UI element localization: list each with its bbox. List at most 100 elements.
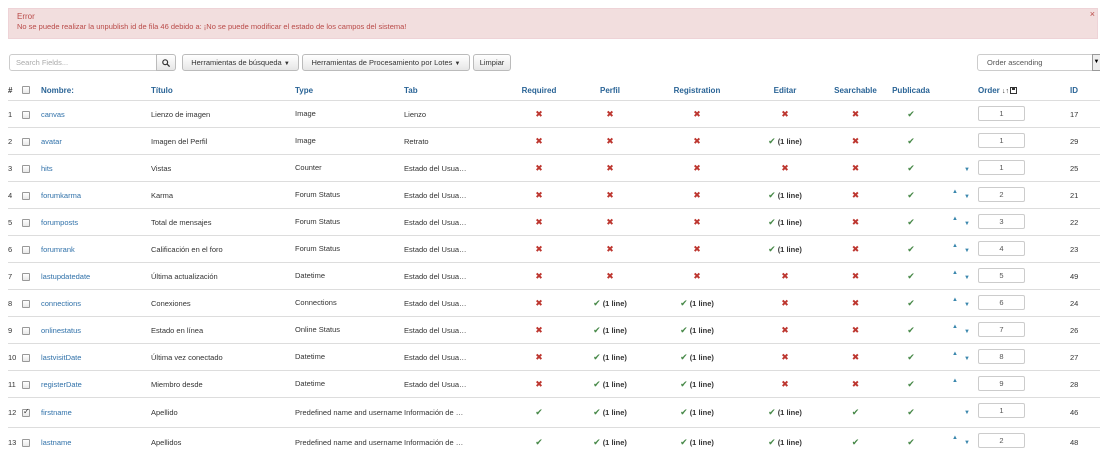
order-input[interactable]: 3 [978, 214, 1025, 229]
row-checkbox-cell[interactable] [22, 155, 41, 182]
row-checkbox-cell[interactable] [22, 101, 41, 128]
check-line-toggle[interactable]: ✔(1 line) [768, 218, 802, 227]
row-checkbox-cell[interactable] [22, 209, 41, 236]
row-checkbox[interactable] [22, 439, 30, 447]
col-required[interactable]: Required [503, 80, 575, 101]
cross-icon[interactable]: ✖ [693, 244, 701, 254]
move-up-icon[interactable]: ▲ [952, 324, 958, 330]
cross-icon[interactable]: ✖ [852, 325, 860, 335]
cross-icon[interactable]: ✖ [852, 244, 860, 254]
row-checkbox[interactable] [22, 327, 30, 335]
row-checkbox-cell[interactable] [22, 290, 41, 317]
col-edit[interactable]: Editar [749, 80, 821, 101]
row-checkbox[interactable] [22, 111, 30, 119]
cross-icon[interactable]: ✖ [693, 136, 701, 146]
move-down-icon[interactable]: ▼ [964, 356, 970, 362]
check-line-toggle[interactable]: ✔(1 line) [768, 137, 802, 146]
chevron-down-icon[interactable]: ▼ [1092, 54, 1100, 71]
check-line-toggle[interactable]: ✔(1 line) [593, 438, 627, 447]
order-input[interactable]: 8 [978, 349, 1025, 364]
check-line-toggle[interactable]: ✔(1 line) [768, 245, 802, 254]
check-line-toggle[interactable]: ✔(1 line) [768, 408, 802, 417]
search-input[interactable] [9, 54, 157, 71]
field-name-link[interactable]: connections [41, 290, 151, 317]
row-checkbox[interactable] [22, 381, 30, 389]
move-up-icon[interactable]: ▲ [952, 216, 958, 222]
order-input[interactable]: 1 [978, 106, 1025, 121]
cross-icon[interactable]: ✖ [606, 244, 614, 254]
row-checkbox-cell[interactable] [22, 182, 41, 209]
field-name-link[interactable]: canvas [41, 101, 151, 128]
cross-icon[interactable]: ✖ [693, 217, 701, 227]
search-button[interactable] [156, 54, 176, 71]
cross-icon[interactable]: ✖ [535, 271, 543, 281]
check-line-toggle[interactable]: ✔(1 line) [680, 408, 714, 417]
check-line-toggle[interactable]: ✔(1 line) [680, 438, 714, 447]
move-up-icon[interactable]: ▲ [952, 378, 958, 384]
check-icon[interactable]: ✔ [907, 109, 915, 119]
cross-icon[interactable]: ✖ [693, 190, 701, 200]
cross-icon[interactable]: ✖ [535, 109, 543, 119]
check-icon[interactable]: ✔ [907, 217, 915, 227]
move-down-icon[interactable]: ▼ [964, 275, 970, 281]
close-icon[interactable]: × [1090, 9, 1095, 19]
check-icon[interactable]: ✔ [907, 244, 915, 254]
cross-icon[interactable]: ✖ [852, 298, 860, 308]
order-input[interactable]: 2 [978, 187, 1025, 202]
field-name-link[interactable]: lastvisitDate [41, 344, 151, 371]
check-line-toggle[interactable]: ✔(1 line) [680, 353, 714, 362]
move-down-icon[interactable]: ▼ [964, 329, 970, 335]
field-name-link[interactable]: forumkarma [41, 182, 151, 209]
field-name-link[interactable]: lastupdatedate [41, 263, 151, 290]
cross-icon[interactable]: ✖ [606, 163, 614, 173]
check-line-toggle[interactable]: ✔(1 line) [593, 380, 627, 389]
check-line-toggle[interactable]: ✔(1 line) [680, 326, 714, 335]
col-registration[interactable]: Registration [645, 80, 749, 101]
col-profile[interactable]: Perfil [575, 80, 645, 101]
check-line-toggle[interactable]: ✔(1 line) [680, 380, 714, 389]
move-down-icon[interactable]: ▼ [964, 302, 970, 308]
move-up-icon[interactable]: ▲ [952, 270, 958, 276]
check-icon[interactable]: ✔ [535, 437, 543, 447]
cross-icon[interactable]: ✖ [852, 190, 860, 200]
row-checkbox[interactable] [22, 300, 30, 308]
row-checkbox-cell[interactable] [22, 128, 41, 155]
row-checkbox[interactable] [22, 165, 30, 173]
row-checkbox[interactable] [22, 273, 30, 281]
col-select-all[interactable] [22, 80, 41, 101]
check-line-toggle[interactable]: ✔(1 line) [768, 191, 802, 200]
row-checkbox[interactable] [22, 192, 30, 200]
cross-icon[interactable]: ✖ [693, 271, 701, 281]
row-checkbox[interactable] [22, 354, 30, 362]
cross-icon[interactable]: ✖ [781, 352, 789, 362]
col-type[interactable]: Type [295, 80, 404, 101]
row-checkbox[interactable] [22, 219, 30, 227]
cross-icon[interactable]: ✖ [781, 298, 789, 308]
col-order[interactable]: Order ↓↑ [932, 80, 1070, 101]
row-checkbox[interactable] [22, 409, 30, 417]
order-input[interactable]: 1 [978, 160, 1025, 175]
move-down-icon[interactable]: ▼ [964, 194, 970, 200]
search-tools-button[interactable]: Herramientas de búsqueda ▼ [182, 54, 299, 71]
row-checkbox-cell[interactable] [22, 344, 41, 371]
cross-icon[interactable]: ✖ [852, 136, 860, 146]
sort-icon[interactable]: ↓↑ [1002, 88, 1009, 95]
order-input[interactable]: 1 [978, 133, 1025, 148]
field-name-link[interactable]: firstname [41, 398, 151, 428]
check-line-toggle[interactable]: ✔(1 line) [593, 326, 627, 335]
cross-icon[interactable]: ✖ [852, 379, 860, 389]
cross-icon[interactable]: ✖ [693, 109, 701, 119]
check-icon[interactable]: ✔ [907, 325, 915, 335]
order-input[interactable]: 4 [978, 241, 1025, 256]
row-checkbox-cell[interactable] [22, 398, 41, 428]
check-line-toggle[interactable]: ✔(1 line) [593, 408, 627, 417]
order-input[interactable]: 5 [978, 268, 1025, 283]
move-down-icon[interactable]: ▼ [964, 440, 970, 446]
clear-button[interactable]: Limpiar [473, 54, 511, 71]
row-checkbox-cell[interactable] [22, 263, 41, 290]
cross-icon[interactable]: ✖ [852, 163, 860, 173]
cross-icon[interactable]: ✖ [535, 190, 543, 200]
move-up-icon[interactable]: ▲ [952, 297, 958, 303]
cross-icon[interactable]: ✖ [535, 217, 543, 227]
move-up-icon[interactable]: ▲ [952, 243, 958, 249]
